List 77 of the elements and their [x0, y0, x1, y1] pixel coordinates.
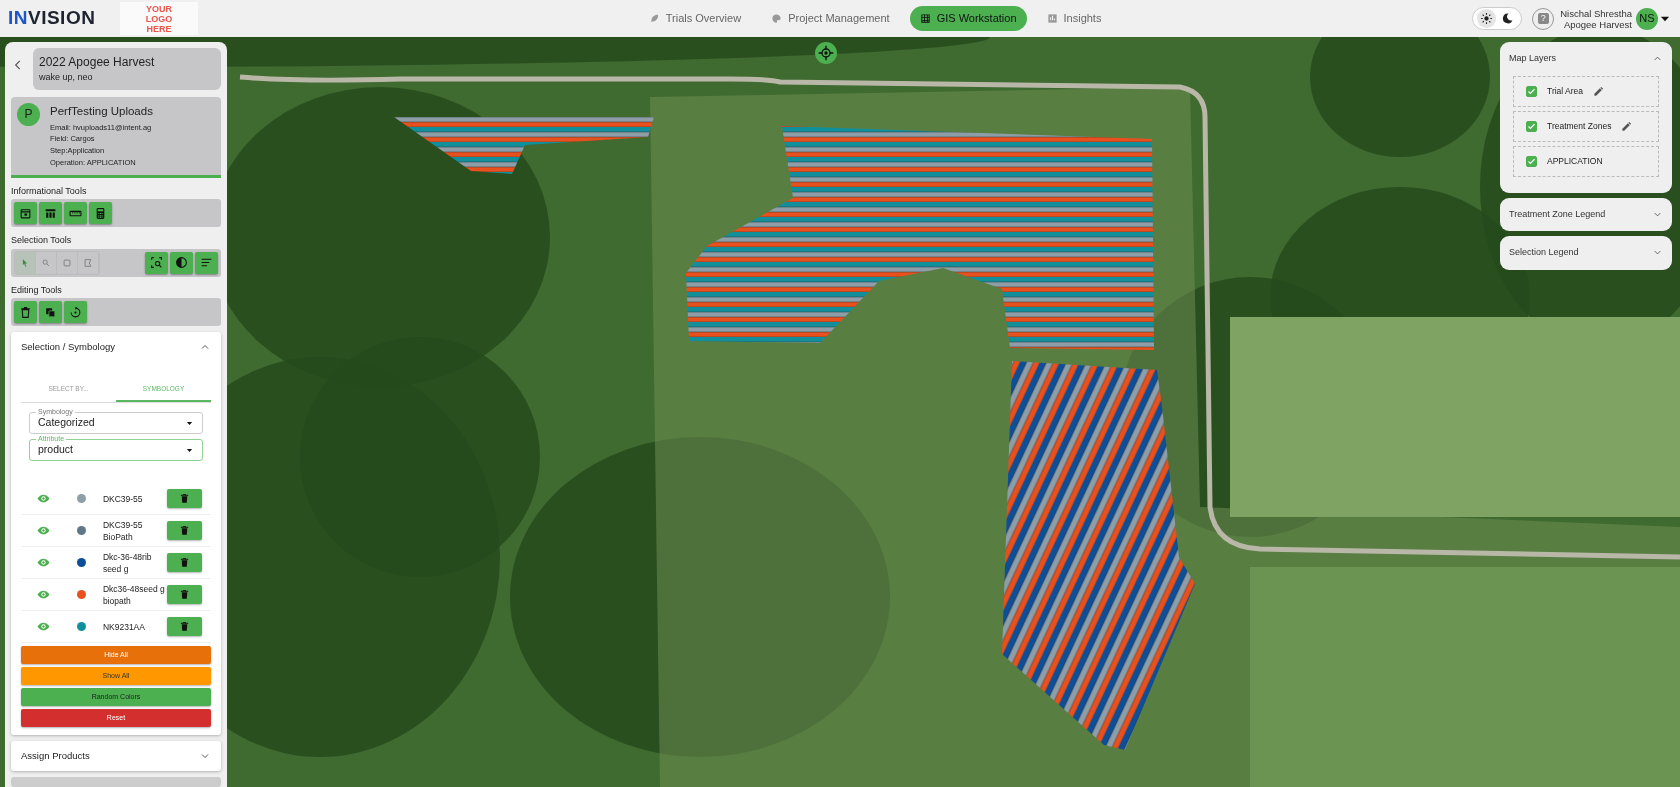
legend-label: Dkc36-48seed g biopath [102, 582, 166, 607]
rotate-icon [69, 305, 82, 319]
tool-button[interactable] [14, 202, 37, 225]
tool-button[interactable] [14, 301, 37, 324]
tool-group-title: Informational Tools [11, 184, 88, 198]
search-icon [41, 257, 51, 268]
polygon-icon [83, 257, 93, 268]
legend-label: NK9231AA [102, 620, 146, 633]
trash-icon [179, 589, 191, 601]
nav-tab[interactable]: Trials Overview [638, 6, 752, 31]
tick-icon [1527, 86, 1536, 96]
delete-button[interactable] [167, 553, 202, 573]
profile-name: PerfTesting Uploads [50, 103, 153, 119]
table-icon [44, 206, 57, 220]
contrast-icon [175, 256, 188, 270]
theme-option-button[interactable] [1477, 9, 1497, 28]
accordion-header[interactable]: Selection / Symbology [11, 332, 221, 363]
layer-label: Treatment Zones [1547, 119, 1612, 133]
nav-tab[interactable]: GIS Workstation [909, 6, 1027, 31]
help-button[interactable]: ? [1532, 7, 1555, 30]
tool-button[interactable] [39, 202, 62, 225]
sun-icon [1480, 12, 1494, 25]
user-avatar[interactable]: NS [1636, 7, 1658, 30]
panel-header[interactable]: Treatment Zone Legend [1500, 197, 1672, 231]
chart-icon [1046, 13, 1058, 24]
tool-group-title: Editing Tools [11, 283, 63, 297]
tool-group-title: Selection Tools [11, 234, 73, 248]
calendar-icon [19, 206, 32, 220]
tool-button[interactable] [39, 301, 62, 324]
user-name: Nischal Shrestha [1560, 7, 1632, 19]
logo-text: YOUR LOGO HERE [144, 3, 174, 34]
zoom-to-selection-icon [150, 256, 163, 270]
panel-header[interactable]: Map Layers [1500, 42, 1672, 76]
tool-button[interactable] [170, 251, 193, 274]
user-organization: Apogee Harvest [1562, 18, 1632, 30]
trash-icon [179, 525, 191, 537]
delete-button[interactable] [167, 489, 202, 509]
legend-label: DKC39-55 [102, 492, 144, 505]
tick-icon [1527, 156, 1536, 166]
accordion-header[interactable]: Assign Products [11, 741, 221, 772]
layer-checkbox[interactable] [1526, 85, 1537, 97]
delete-button[interactable] [167, 521, 202, 541]
project-subtitle: wake up, neo [39, 71, 94, 84]
leaf-icon [648, 13, 660, 24]
layer-label: APPLICATION [1547, 154, 1603, 168]
tool-button[interactable] [145, 251, 168, 274]
rectangle-icon [62, 257, 72, 268]
nav-tab[interactable]: Insights [1036, 6, 1112, 31]
nav-tab[interactable]: Project Management [761, 6, 900, 31]
trash-icon [179, 493, 191, 505]
legend-label: DKC39-55 BioPath [102, 518, 144, 543]
delete-button[interactable] [167, 585, 202, 605]
brand-logo: INVISION [8, 6, 97, 31]
layer-checkbox[interactable] [1526, 155, 1537, 167]
pencil-icon[interactable] [1593, 85, 1605, 97]
panel-header[interactable]: Selection Legend [1500, 236, 1672, 270]
profile-avatar: P [17, 102, 40, 126]
trash-icon [179, 621, 191, 633]
palette-icon [771, 13, 783, 24]
tool-button[interactable] [89, 202, 112, 225]
legend-label: Dkc-36-48rib seed g [102, 550, 153, 575]
project-title: 2022 Apogee Harvest [39, 54, 156, 71]
tool-button[interactable] [195, 251, 218, 274]
crosshair-icon [818, 45, 834, 61]
tool-button[interactable] [64, 202, 87, 225]
copy-icon [44, 305, 57, 319]
delete-button[interactable] [167, 617, 202, 637]
layer-label: Trial Area [1547, 84, 1584, 98]
calculator-icon [94, 206, 107, 220]
grid-icon [919, 13, 931, 24]
pencil-icon[interactable] [1621, 120, 1633, 132]
delete-icon [19, 305, 32, 319]
trash-icon [179, 557, 191, 569]
layer-checkbox[interactable] [1526, 120, 1537, 132]
tool-button[interactable] [64, 301, 87, 324]
tick-icon [1527, 121, 1536, 131]
moon-icon [1501, 12, 1515, 25]
